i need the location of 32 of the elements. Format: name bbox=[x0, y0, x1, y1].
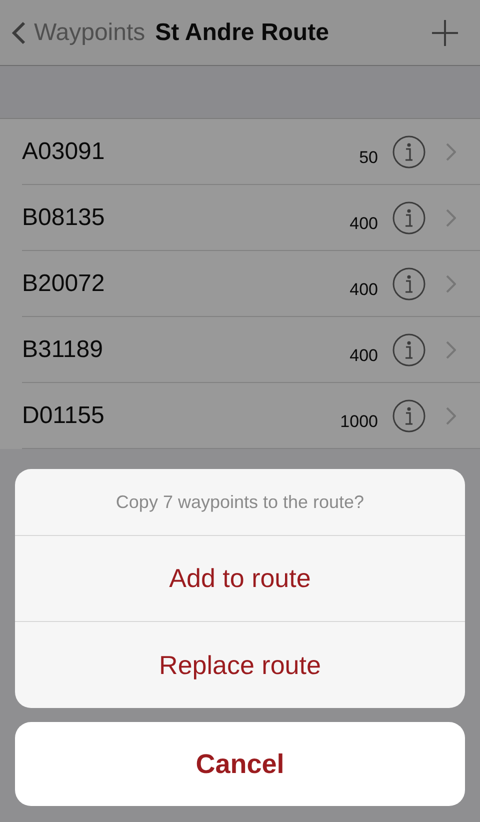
info-icon[interactable] bbox=[392, 134, 426, 168]
chevron-right-icon bbox=[446, 274, 456, 292]
action-sheet-message: Copy 7 waypoints to the route? bbox=[15, 469, 465, 536]
waypoint-value: 400 bbox=[350, 346, 378, 366]
info-icon[interactable] bbox=[392, 266, 426, 300]
waypoint-value: 50 bbox=[359, 148, 378, 168]
waypoint-row[interactable]: B31189 400 bbox=[22, 317, 480, 383]
waypoint-name: A03091 bbox=[22, 138, 106, 166]
waypoint-value: 400 bbox=[350, 214, 378, 234]
waypoint-row[interactable]: D01155 1000 bbox=[22, 383, 480, 449]
chevron-right-icon bbox=[446, 340, 456, 358]
screen-title: St Andre Route bbox=[155, 18, 330, 46]
action-button[interactable]: Add to route bbox=[15, 536, 465, 622]
chevron-right-icon bbox=[446, 208, 456, 226]
info-icon[interactable] bbox=[392, 332, 426, 366]
info-icon[interactable] bbox=[392, 200, 426, 234]
waypoint-name: D01155 bbox=[22, 402, 106, 430]
waypoint-row[interactable]: B08135 400 bbox=[22, 185, 480, 251]
waypoint-name: B31189 bbox=[22, 336, 104, 364]
add-icon[interactable] bbox=[432, 20, 458, 46]
back-chevron-icon bbox=[12, 20, 26, 44]
waypoint-row[interactable]: A03091 50 bbox=[22, 119, 480, 185]
waypoint-row[interactable]: B20072 400 bbox=[22, 251, 480, 317]
cancel-button[interactable]: Cancel bbox=[15, 722, 465, 806]
info-icon[interactable] bbox=[392, 398, 426, 432]
waypoint-value: 400 bbox=[350, 280, 378, 300]
chevron-right-icon bbox=[446, 406, 456, 424]
action-button[interactable]: Replace route bbox=[15, 622, 465, 708]
waypoint-name: B08135 bbox=[22, 204, 106, 232]
waypoint-value: 1000 bbox=[340, 412, 378, 432]
waypoint-name: B20072 bbox=[22, 270, 106, 298]
chevron-right-icon bbox=[446, 142, 456, 160]
